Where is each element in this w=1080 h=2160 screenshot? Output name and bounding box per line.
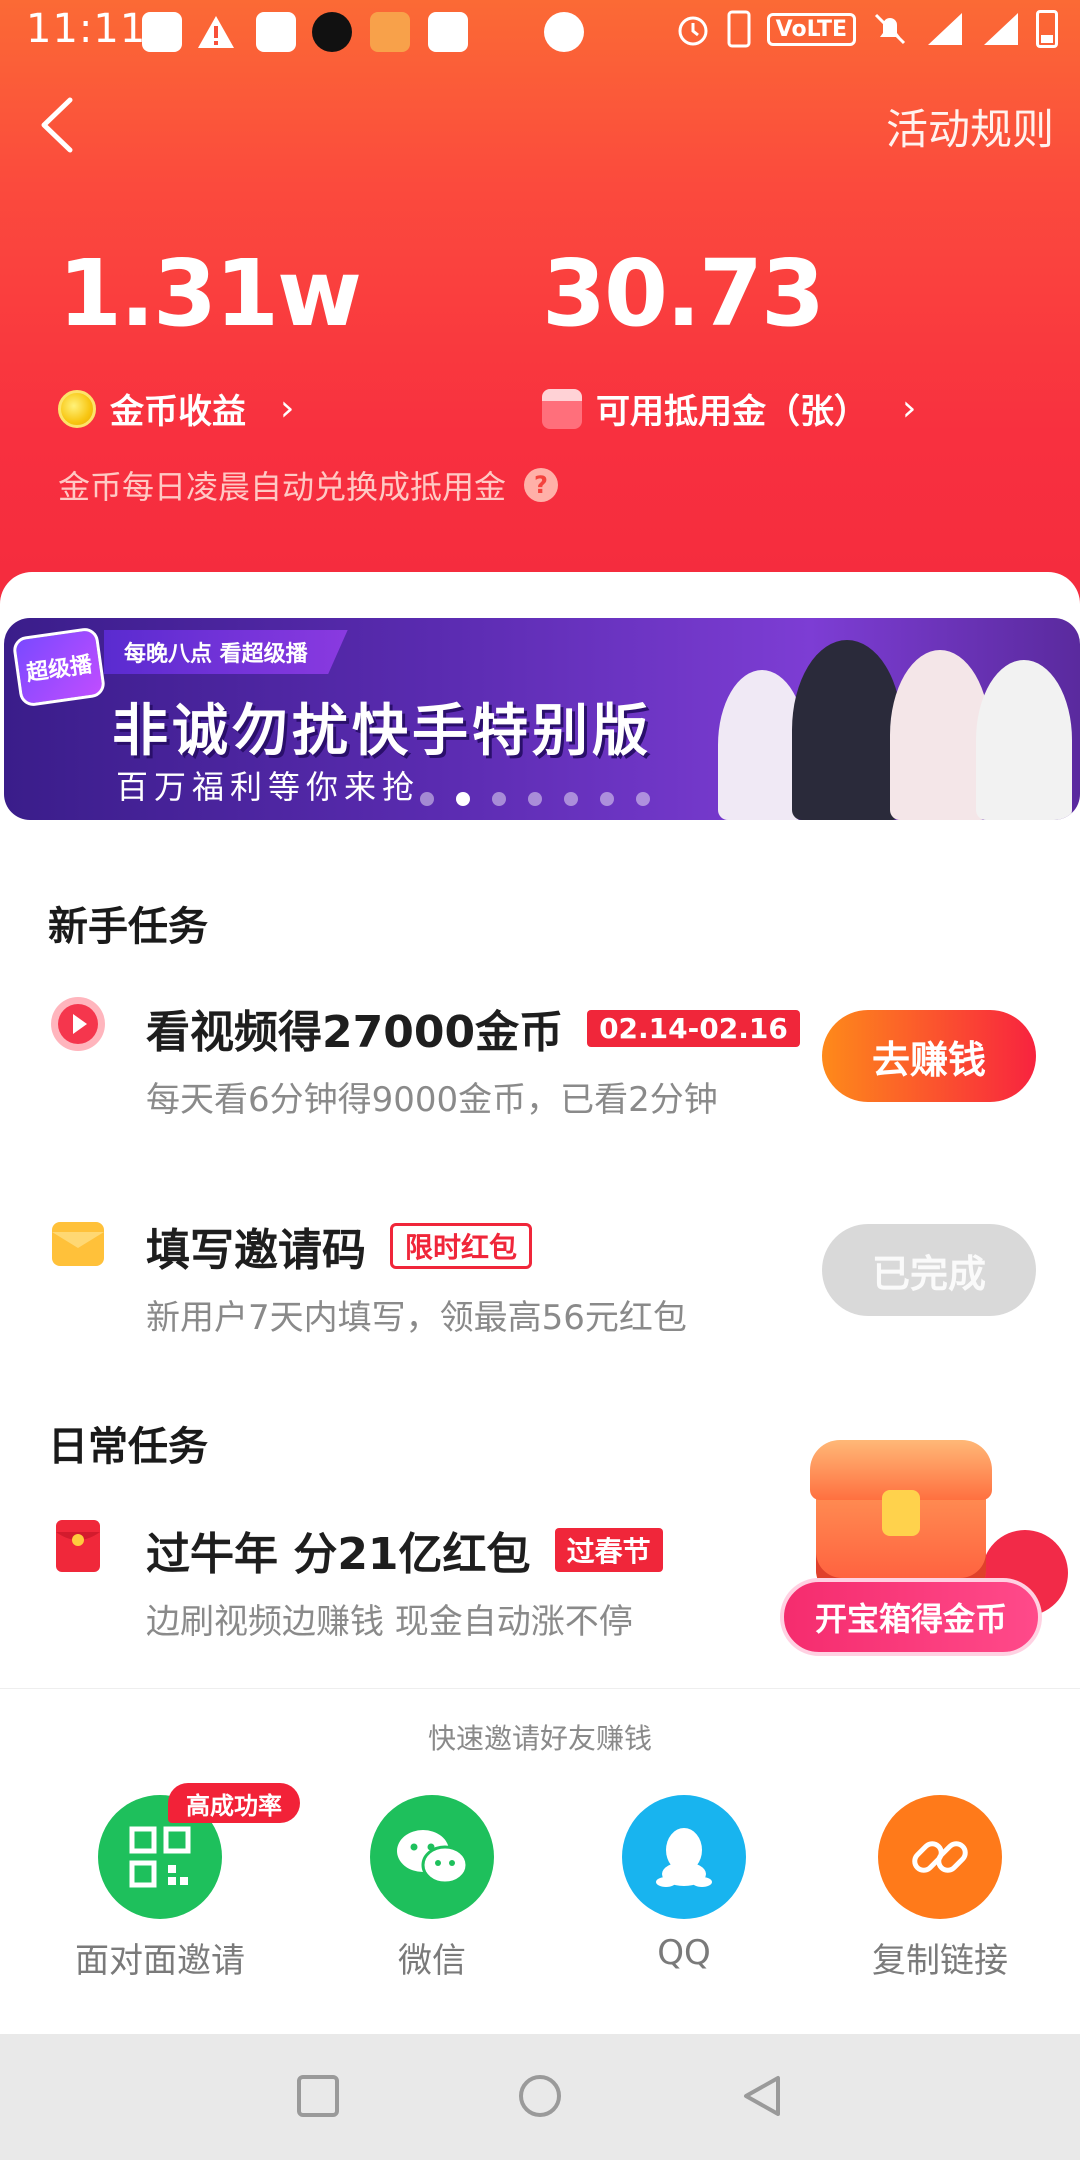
home-icon[interactable] <box>518 2074 562 2118</box>
invite-qq[interactable]: QQ <box>584 1795 784 1973</box>
activity-rules-link[interactable]: 活动规则 <box>886 96 1054 157</box>
open-chest-label: 开宝箱得金币 <box>780 1578 1042 1656</box>
earn-money-button[interactable]: 去赚钱 <box>822 1010 1036 1102</box>
spring-festival-badge: 过春节 <box>554 1528 663 1572</box>
status-bar: 11:11 VoLTE <box>0 0 1080 66</box>
task-title: 过牛年 分21亿红包 <box>146 1529 531 1580</box>
link-icon <box>878 1795 1002 1919</box>
status-app-icon <box>370 12 410 52</box>
invite-face-to-face[interactable]: 面对面邀请 <box>60 1795 260 1982</box>
lightning-lock-icon <box>882 1490 920 1536</box>
chevron-right-icon: › <box>902 388 917 429</box>
pagination-dot-active[interactable] <box>456 792 470 806</box>
alarm-icon <box>678 16 708 46</box>
envelope-icon <box>52 1222 104 1266</box>
invite-label: 面对面邀请 <box>75 1941 245 1981</box>
exchange-note-text: 金币每日凌晨自动兑换成抵用金 <box>58 468 507 506</box>
back-icon[interactable] <box>740 2074 784 2118</box>
banner-tag: 每晚八点 看超级播 <box>104 630 348 674</box>
system-nav-bar <box>0 2034 1080 2160</box>
status-app-icon <box>142 12 182 52</box>
banner-subtitle: 百万福利等你来抢 <box>116 768 421 806</box>
task-title: 填写邀请码 <box>146 1225 366 1276</box>
status-app-icon <box>428 12 468 52</box>
tiktok-icon <box>312 12 352 52</box>
status-app-icon <box>544 12 584 52</box>
invite-label: 复制链接 <box>872 1941 1008 1981</box>
status-app-icon <box>256 12 296 52</box>
voucher-label: 可用抵用金（张） <box>596 392 868 432</box>
limited-red-packet-badge: 限时红包 <box>390 1223 533 1269</box>
banner-pagination <box>420 792 650 806</box>
high-success-badge: 高成功率 <box>168 1783 300 1823</box>
play-icon <box>51 997 105 1051</box>
voucher-count-value: 30.73 <box>542 240 825 347</box>
red-packet-icon <box>56 1520 100 1572</box>
invite-title: 快速邀请好友赚钱 <box>427 1722 652 1755</box>
pagination-dot[interactable] <box>420 792 434 806</box>
voucher-link[interactable]: 可用抵用金（张） › <box>542 384 916 433</box>
wechat-icon <box>370 1795 494 1919</box>
coin-earnings-label: 金币收益 <box>110 392 246 432</box>
invite-copy-link[interactable]: 复制链接 <box>840 1795 1040 1982</box>
coin-icon <box>58 389 96 428</box>
pagination-dot[interactable] <box>564 792 578 806</box>
recent-apps-icon[interactable] <box>296 2074 340 2118</box>
mute-icon <box>874 13 906 45</box>
warning-icon <box>198 16 234 48</box>
status-right-group: VoLTE <box>675 10 1058 48</box>
phone-icon <box>727 10 751 48</box>
task-title: 看视频得27000金币 <box>146 1007 564 1058</box>
chevron-right-icon: › <box>280 388 295 429</box>
exchange-note: 金币每日凌晨自动兑换成抵用金 ? <box>58 462 559 508</box>
invite-label: 微信 <box>398 1941 466 1981</box>
promo-banner[interactable]: 每晚八点 看超级播 超级播 非诚勿扰快手特别版 百万福利等你来抢 <box>4 618 1080 820</box>
task-desc: 新用户7天内填写，领最高56元红包 <box>146 1298 687 1338</box>
signal-icon <box>984 13 1018 45</box>
daily-tasks-title: 日常任务 <box>48 1424 208 1470</box>
qq-icon <box>622 1795 746 1919</box>
treasure-chest-button[interactable]: 开宝箱得金币 <box>770 1430 1070 1670</box>
status-time: 11:11 <box>26 6 147 52</box>
invite-bar: 快速邀请好友赚钱 面对面邀请 高成功率 微信 QQ 复制链接 <box>0 1688 1080 2034</box>
signal-4g-icon <box>928 13 962 45</box>
coin-earnings-value: 1.31w <box>58 240 362 347</box>
super-broadcast-logo: 超级播 <box>11 626 107 708</box>
newbie-tasks-title: 新手任务 <box>48 904 208 950</box>
pagination-dot[interactable] <box>636 792 650 806</box>
invite-wechat[interactable]: 微信 <box>332 1795 532 1982</box>
banner-title: 非诚勿扰快手特别版 <box>112 699 652 764</box>
invite-label: QQ <box>657 1933 711 1973</box>
pagination-dot[interactable] <box>492 792 506 806</box>
back-chevron-icon[interactable] <box>30 90 90 160</box>
pagination-dot[interactable] <box>600 792 614 806</box>
help-icon[interactable]: ? <box>524 468 559 502</box>
battery-icon <box>1036 10 1058 48</box>
completed-button[interactable]: 已完成 <box>822 1224 1036 1316</box>
pagination-dot[interactable] <box>528 792 542 806</box>
date-badge: 02.14-02.16 <box>587 1009 800 1047</box>
cup-icon <box>542 388 582 429</box>
banner-hosts-image <box>700 618 1080 820</box>
task-desc: 边刷视频边赚钱 现金自动涨不停 <box>146 1602 633 1642</box>
task-desc: 每天看6分钟得9000金币，已看2分钟 <box>146 1080 718 1120</box>
coin-earnings-link[interactable]: 金币收益 › <box>58 384 294 433</box>
volte-badge: VoLTE <box>766 12 856 46</box>
header-panel: 11:11 VoLTE 活动规则 1.31w 30.73 金币收益 › 可用抵用… <box>0 0 1080 620</box>
